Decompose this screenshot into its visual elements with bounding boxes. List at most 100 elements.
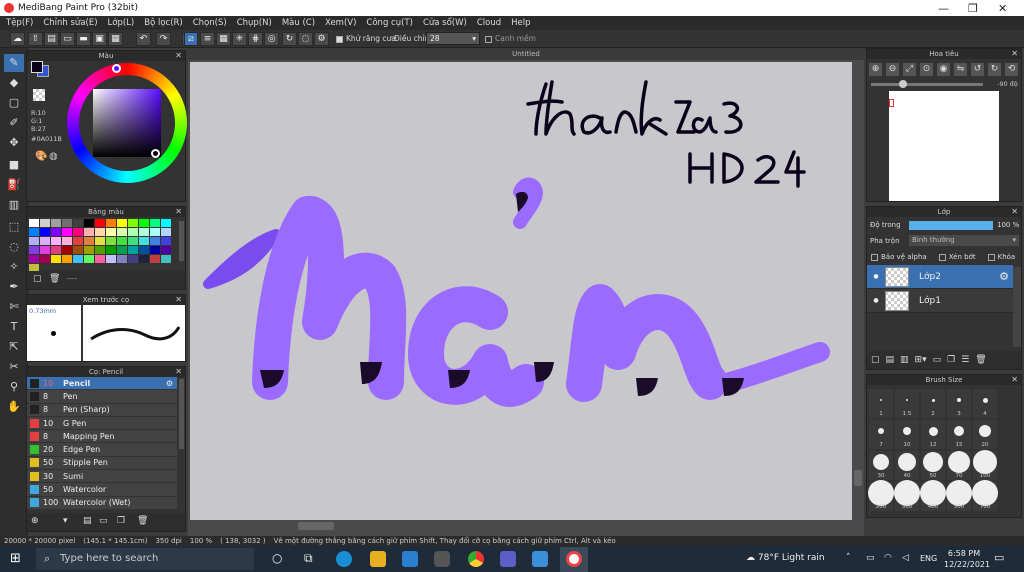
- color-swatch[interactable]: [150, 228, 160, 236]
- duplicate-icon[interactable]: ❐: [117, 516, 125, 526]
- hue-wheel[interactable]: [67, 63, 187, 183]
- grid-icon[interactable]: ▦: [108, 32, 123, 46]
- color-swatch[interactable]: [106, 246, 116, 254]
- snap-ellipse-icon[interactable]: ◌: [298, 32, 313, 46]
- color-swatch[interactable]: [73, 255, 83, 263]
- clock[interactable]: 6:58 PM 12/22/2021: [944, 548, 990, 570]
- menu-item[interactable]: Lớp(L): [108, 18, 135, 28]
- eye-icon[interactable]: ●: [867, 297, 885, 304]
- brush-item[interactable]: 20 Edge Pen: [27, 443, 177, 457]
- color-swatch[interactable]: [139, 228, 149, 236]
- gear-icon[interactable]: ⚙: [166, 379, 173, 388]
- lock-checkbox[interactable]: Khóa: [987, 253, 1015, 261]
- color-swatch[interactable]: [150, 246, 160, 254]
- fill-rect-tool-icon[interactable]: ■: [4, 156, 24, 174]
- new-swatch-icon[interactable]: ▢: [33, 274, 42, 284]
- layer-duplicate-icon[interactable]: ❐: [947, 355, 955, 365]
- color-swatch[interactable]: [84, 237, 94, 245]
- layer-settings-icon[interactable]: ☰: [961, 355, 969, 365]
- menu-item[interactable]: Bộ lọc(R): [144, 18, 183, 28]
- color-swatch[interactable]: [40, 228, 50, 236]
- weather-widget[interactable]: ☁ 78°F Light rain: [746, 553, 825, 563]
- color-swatch[interactable]: [95, 246, 105, 254]
- saturation-value-square[interactable]: [93, 89, 161, 157]
- canvas-hscrollbar[interactable]: [298, 522, 334, 530]
- comment-icon[interactable]: ▬: [76, 32, 91, 46]
- actual-size-icon[interactable]: ⊙: [920, 63, 933, 76]
- brush-size-cell[interactable]: 7: [869, 420, 893, 449]
- copy-layer-icon[interactable]: ▤: [886, 355, 895, 365]
- gear-icon[interactable]: ⚙: [999, 270, 1009, 283]
- color-swatch[interactable]: [95, 237, 105, 245]
- layer-row[interactable]: ● Lớp2 ⚙: [867, 265, 1013, 289]
- brush-tool-icon[interactable]: ✎: [4, 54, 24, 72]
- color-swatch[interactable]: [40, 246, 50, 254]
- lasso-tool-icon[interactable]: ◌: [4, 238, 24, 256]
- brush-size-cell[interactable]: 700: [972, 480, 998, 511]
- color-swatch[interactable]: [84, 219, 94, 227]
- brush-size-cell[interactable]: 100: [973, 450, 997, 480]
- trash-icon[interactable]: 🗑: [975, 355, 986, 365]
- color-swatch[interactable]: [128, 228, 138, 236]
- merge-layer-icon[interactable]: ▥: [900, 355, 909, 365]
- color-swatch[interactable]: [117, 219, 127, 227]
- opacity-slider[interactable]: [909, 221, 993, 230]
- color-swatch[interactable]: [128, 219, 138, 227]
- color-swatch[interactable]: [117, 246, 127, 254]
- canvas-vscrollbar[interactable]: [854, 470, 862, 486]
- undo-icon[interactable]: ↶: [136, 32, 151, 46]
- reset-rotation-icon[interactable]: ⟲: [1005, 63, 1018, 76]
- brush-size-cell[interactable]: 10: [895, 420, 919, 449]
- brush-size-cell[interactable]: 300: [894, 480, 920, 511]
- snap-circle-icon[interactable]: ◎: [264, 32, 279, 46]
- layer-row[interactable]: ● Lớp1: [867, 289, 1013, 313]
- color-swatch[interactable]: [161, 219, 171, 227]
- color-swatch[interactable]: [62, 246, 72, 254]
- rotation-slider-handle[interactable]: [899, 80, 907, 88]
- magic-wand-tool-icon[interactable]: ✧: [4, 258, 24, 276]
- color-swatch[interactable]: [117, 228, 127, 236]
- minimize-icon[interactable]: —: [938, 2, 949, 15]
- menu-item[interactable]: Chọn(S): [193, 18, 227, 28]
- tray-expand-icon[interactable]: ˄: [846, 553, 851, 563]
- mail-icon[interactable]: [402, 551, 418, 567]
- eye-icon[interactable]: ●: [867, 273, 885, 280]
- color-swatch[interactable]: [161, 246, 171, 254]
- cortana-icon[interactable]: ○: [272, 551, 282, 565]
- hue-cursor[interactable]: [112, 64, 121, 73]
- brush-size-cell[interactable]: 20: [973, 420, 997, 449]
- drawing-canvas[interactable]: [190, 62, 852, 520]
- color-swatch[interactable]: [106, 219, 116, 227]
- brush-item[interactable]: 50 Stipple Pen: [27, 456, 177, 471]
- wifi-icon[interactable]: ◠: [884, 553, 892, 563]
- brush-item[interactable]: 8 Pen: [27, 390, 177, 404]
- menu-item[interactable]: Chụp(N): [237, 18, 272, 28]
- close-icon[interactable]: ✕: [175, 295, 182, 305]
- camera-icon[interactable]: [434, 551, 450, 567]
- close-icon[interactable]: ✕: [175, 207, 182, 217]
- menu-item[interactable]: Cửa sổ(W): [423, 18, 467, 28]
- zoom-in-icon[interactable]: ⊕: [869, 63, 882, 76]
- flip-icon[interactable]: ⇋: [954, 63, 967, 76]
- color-swatch[interactable]: [117, 237, 127, 245]
- file-explorer-icon[interactable]: [370, 551, 386, 567]
- folder-icon[interactable]: ▭: [99, 516, 108, 526]
- brush-size-cell[interactable]: 15: [947, 420, 971, 449]
- color-swatch[interactable]: [150, 237, 160, 245]
- eyedropper-tool-icon[interactable]: ⚲: [4, 378, 24, 396]
- redo-icon[interactable]: ↷: [156, 32, 171, 46]
- color-swatch[interactable]: [29, 246, 39, 254]
- chrome-icon[interactable]: [468, 551, 484, 567]
- color-swatch[interactable]: [29, 219, 39, 227]
- swatch-scrollbar[interactable]: [179, 221, 184, 261]
- notification-icon[interactable]: ▭: [994, 551, 1004, 564]
- color-swatch[interactable]: [40, 237, 50, 245]
- rotate-left-icon[interactable]: ↺: [971, 63, 984, 76]
- color-swatch[interactable]: [51, 237, 61, 245]
- medibang-taskbar-button[interactable]: [560, 547, 588, 572]
- navigator-preview[interactable]: [889, 91, 999, 201]
- brush-size-cell[interactable]: 70: [947, 451, 971, 480]
- brush-item[interactable]: 8 Pen (Sharp): [27, 403, 177, 417]
- select-tool-icon[interactable]: ⬚: [4, 218, 24, 236]
- brush-item[interactable]: 10 G Pen: [27, 416, 177, 431]
